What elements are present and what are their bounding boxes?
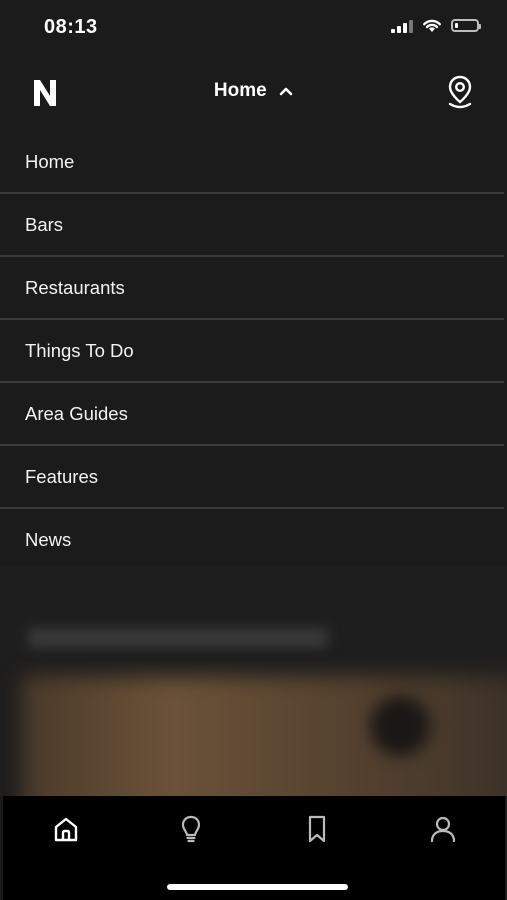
lightbulb-icon[interactable]: [176, 814, 206, 844]
page-title: Home: [213, 80, 267, 101]
profile-icon[interactable]: [428, 814, 458, 844]
map-pin-icon[interactable]: [445, 74, 475, 110]
blurred-shape: [370, 696, 430, 756]
blurred-heading: [28, 628, 328, 648]
status-time: 08:13: [44, 16, 98, 38]
navigation-menu: Home Bars Restaurants Things To Do Area …: [0, 131, 504, 572]
menu-item-features[interactable]: Features: [0, 446, 504, 509]
tab-bar: [3, 796, 505, 900]
page-title-toggle[interactable]: Home: [0, 80, 507, 102]
status-icons: [391, 18, 481, 33]
blurred-image: [22, 676, 507, 796]
menu-item-home[interactable]: Home: [0, 131, 504, 194]
menu-item-restaurants[interactable]: Restaurants: [0, 257, 504, 320]
menu-item-bars[interactable]: Bars: [0, 194, 504, 257]
wifi-icon: [423, 19, 441, 32]
menu-item-news[interactable]: News: [0, 509, 504, 572]
battery-icon: [451, 19, 481, 32]
cellular-signal-icon: [391, 19, 413, 33]
bookmark-icon[interactable]: [302, 814, 332, 844]
status-bar: 08:13: [0, 0, 507, 56]
blurred-content: [0, 566, 507, 796]
chevron-up-icon: [279, 87, 293, 96]
home-icon[interactable]: [51, 814, 81, 844]
battery-level: [455, 23, 458, 28]
home-indicator[interactable]: [167, 884, 348, 890]
header: THE Home: [0, 60, 507, 124]
menu-item-things-to-do[interactable]: Things To Do: [0, 320, 504, 383]
menu-item-area-guides[interactable]: Area Guides: [0, 383, 504, 446]
